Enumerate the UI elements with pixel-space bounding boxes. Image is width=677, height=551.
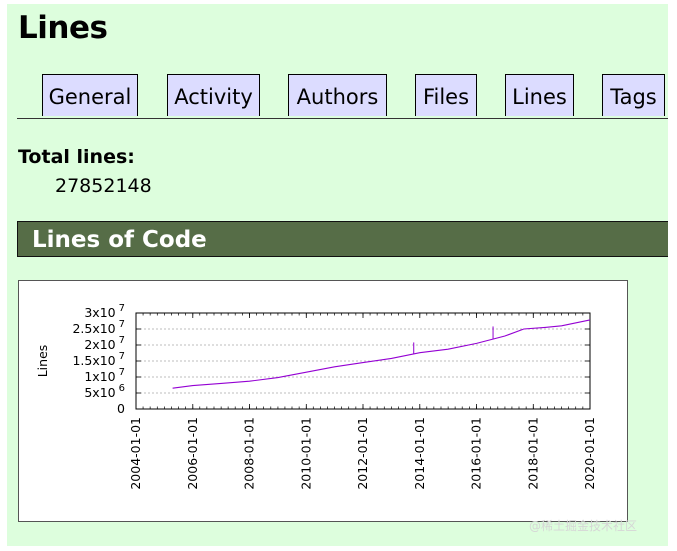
page-title: Lines [18, 10, 108, 46]
y-tick-label: 2.5x10 7 [72, 319, 125, 336]
y-tick-label: 1x10 7 [84, 367, 125, 384]
x-tick-label: 2012-01-01 [355, 417, 370, 490]
x-tick-label: 2008-01-01 [242, 417, 257, 490]
tab-authors[interactable]: Authors [288, 74, 387, 116]
x-tick-label: 2018-01-01 [525, 417, 540, 490]
tab-activity[interactable]: Activity [167, 74, 260, 116]
x-tick-label: 2014-01-01 [412, 417, 427, 490]
y-tick-label: 3x10 7 [84, 303, 125, 320]
tab-tags[interactable]: Tags [602, 74, 665, 116]
x-tick-label: 2004-01-01 [128, 417, 143, 490]
x-tick-label: 2020-01-01 [582, 417, 597, 490]
y-tick-label: 5x10 6 [84, 383, 125, 400]
tab-general[interactable]: General [42, 74, 138, 116]
y-tick-label: 2x10 7 [84, 335, 125, 352]
y-tick-label: 1.5x10 7 [72, 351, 125, 368]
series-line [172, 319, 591, 389]
report-page: Lines General Activity Authors Files Lin… [7, 4, 668, 546]
x-tick-label: 2010-01-01 [298, 417, 313, 490]
watermark: @稀土掘金技术社区 [529, 519, 638, 533]
section-header-lines-of-code: Lines of Code [17, 221, 668, 257]
tab-lines[interactable]: Lines [505, 74, 574, 116]
total-lines-label: Total lines: [18, 146, 135, 168]
x-tick-label: 2006-01-01 [185, 417, 200, 490]
total-lines-value: 27852148 [55, 175, 152, 197]
chart-canvas: 05x10 61x10 71.5x10 72x10 72.5x10 73x10 7 2004-… [35, 303, 597, 490]
y-tick-label: 0 [117, 401, 125, 416]
x-tick-label: 2016-01-01 [469, 417, 484, 490]
nav-tab-bar: General Activity Authors Files Lines Tag… [17, 74, 668, 119]
tab-files[interactable]: Files [415, 74, 477, 116]
y-axis-title: Lines [35, 345, 50, 378]
lines-of-code-chart: 0 5x10 6 1x10 7 1.5x10 7 2x10 7 2.5x10 7 3x10 7 2004-… [18, 280, 628, 522]
